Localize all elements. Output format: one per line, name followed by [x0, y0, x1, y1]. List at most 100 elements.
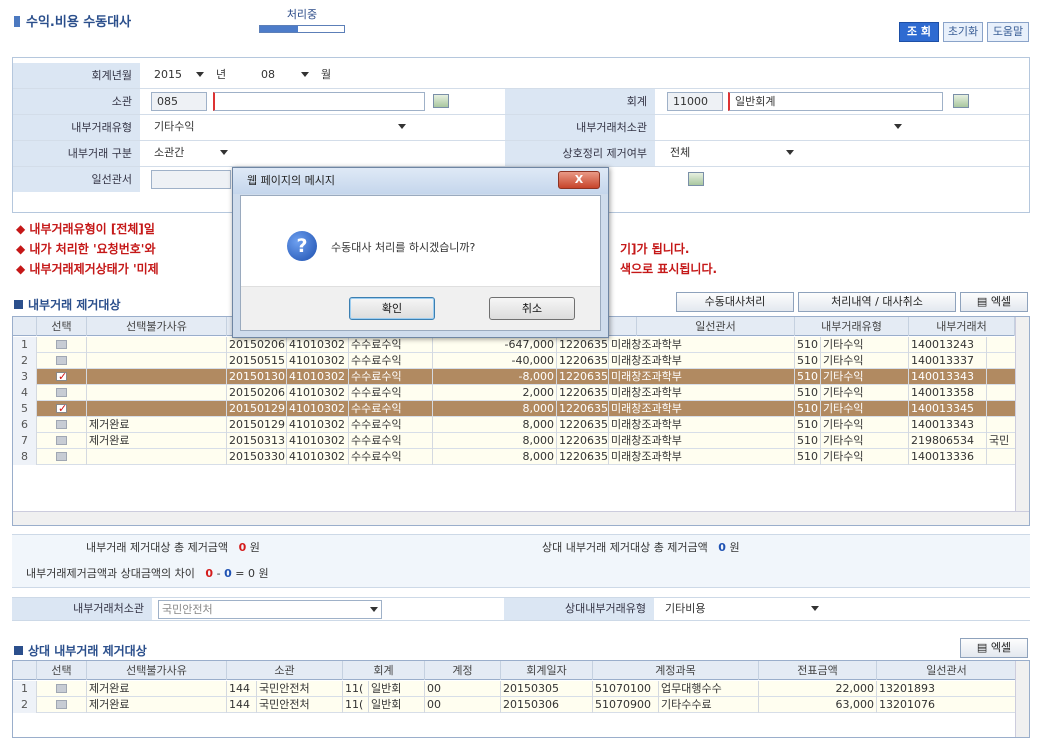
- checkbox-icon[interactable]: [56, 684, 67, 693]
- chevron-down-icon: [370, 607, 378, 612]
- cell-line: 13201076: [877, 697, 1017, 713]
- cell-item: 수수료수익: [349, 433, 433, 449]
- table-row[interactable]: 3 2015013041010302수수료수익-8,0001220635미래창조과…: [13, 369, 1029, 385]
- excel-button-2[interactable]: ▤ 엑셀: [960, 638, 1028, 658]
- summary-total-value: 0: [238, 541, 247, 554]
- row-checkbox[interactable]: [37, 353, 87, 369]
- dialog-ok-button[interactable]: 확인: [349, 297, 435, 320]
- cell-reason: [87, 449, 227, 465]
- cell-office-name: 미래창조과학부: [609, 385, 795, 401]
- cancel-value: 전체: [670, 146, 691, 159]
- checkbox-icon[interactable]: [56, 356, 67, 365]
- cell-office: 1220635: [559, 433, 609, 449]
- checked-icon[interactable]: [56, 401, 67, 417]
- history-cancel-button[interactable]: 처리내역 / 대사취소: [798, 292, 956, 312]
- office-name-field[interactable]: [213, 92, 425, 111]
- table-row[interactable]: 1 제거완료 144 국민안전처 11(일반회 00 20150305 51070100 업무대…: [13, 681, 1029, 697]
- chevron-down-icon: [786, 150, 794, 155]
- row-checkbox[interactable]: [37, 369, 87, 385]
- year-select[interactable]: 2015: [151, 66, 207, 85]
- cell-no: 7: [13, 433, 37, 449]
- cell-office: 1220635: [559, 353, 609, 369]
- cell-type-code: 510: [795, 433, 821, 449]
- month-select[interactable]: 08: [258, 66, 312, 85]
- excel-icon: ▤: [976, 295, 991, 308]
- office-code-field[interactable]: 085: [151, 92, 207, 111]
- checkbox-icon[interactable]: [56, 436, 67, 445]
- row-checkbox[interactable]: [37, 401, 87, 417]
- lookup-icon[interactable]: [433, 94, 449, 108]
- form-row-year: 회계년월 2015 년 08 월: [13, 63, 1029, 89]
- reset-button[interactable]: 초기화: [943, 22, 983, 42]
- row-checkbox[interactable]: [37, 433, 87, 449]
- grid1-hscroll[interactable]: [13, 511, 1029, 525]
- checkbox-icon[interactable]: [56, 452, 67, 461]
- cell-item: 수수료수익: [349, 385, 433, 401]
- counter-office-select[interactable]: [667, 118, 905, 137]
- row-checkbox[interactable]: [37, 449, 87, 465]
- cell-reason: 제거완료: [87, 417, 227, 433]
- table-row[interactable]: 1 20150206 41010302 수수료수익 -647,000 1220635 미래창…: [13, 337, 1029, 353]
- cell-date: 20150129: [229, 417, 287, 433]
- cell-type-name: 기타수익: [821, 385, 909, 401]
- row-checkbox[interactable]: [37, 417, 87, 433]
- grid1-header-no: [13, 317, 37, 336]
- table-row[interactable]: 2 20150515 41010302 수수료수익 -40,000 1220635 미래창조…: [13, 353, 1029, 369]
- cell-acct: 11(: [343, 697, 369, 713]
- label-counter-office: 내부거래처소관: [505, 115, 655, 140]
- table-row[interactable]: 2 제거완료 144 국민안전처 11(일반회 00 20150306 51070900 기타수…: [13, 697, 1029, 713]
- line-office-code-field[interactable]: [151, 170, 231, 189]
- accounting-code-field[interactable]: 11000: [667, 92, 723, 111]
- cell-date: 20150130: [229, 369, 287, 385]
- manual-reconcile-button[interactable]: 수동대사처리: [676, 292, 794, 312]
- help-button[interactable]: 도움말: [987, 22, 1029, 42]
- month-unit: 월: [321, 68, 332, 81]
- category-select[interactable]: 소관간: [151, 144, 231, 163]
- cell-amount: 22,000: [759, 681, 877, 697]
- excel-button-1[interactable]: ▤ 엑셀: [960, 292, 1028, 312]
- table-row[interactable]: 5 2015012941010302수수료수익8,0001220635미래창조과학…: [13, 401, 1029, 417]
- grid1-vscroll[interactable]: [1015, 317, 1029, 513]
- cell-no: 3: [13, 369, 37, 385]
- excel-icon: ▤: [976, 641, 991, 654]
- cell-acct: 41010302: [287, 369, 349, 385]
- row-checkbox[interactable]: [37, 337, 87, 353]
- lookup-icon[interactable]: [953, 94, 969, 108]
- summary-diff-result: 0: [247, 567, 255, 580]
- table-row[interactable]: 7 제거완료 20150313 41010302 수수료수익 8,000 1220635 미래…: [13, 433, 1029, 449]
- table-row[interactable]: 4 20150206 41010302 수수료수익 2,000 1220635 미래창조과학…: [13, 385, 1029, 401]
- cell-code: 144: [227, 681, 257, 697]
- row-checkbox[interactable]: [37, 385, 87, 401]
- dialog-close-button[interactable]: X: [558, 171, 600, 189]
- search-button[interactable]: 조 회: [899, 22, 939, 42]
- checkbox-icon[interactable]: [56, 340, 67, 349]
- cell-item: 수수료수익: [349, 417, 433, 433]
- grid2-vscroll[interactable]: [1015, 661, 1029, 737]
- dialog-titlebar: 웹 페이지의 메시지: [233, 168, 608, 194]
- row-checkbox[interactable]: [37, 681, 87, 697]
- table-row[interactable]: 6 제거완료 20150129 41010302 수수료수익 8,000 1220635 미래…: [13, 417, 1029, 433]
- chevron-down-icon: [398, 124, 406, 129]
- checkbox-icon[interactable]: [56, 420, 67, 429]
- cancel-select[interactable]: 전체: [667, 144, 797, 163]
- counter-type-select[interactable]: 기타비용: [662, 600, 822, 619]
- counter-office-select-2[interactable]: 국민안전처: [158, 600, 382, 619]
- cell-subject-code: 51070900: [593, 697, 659, 713]
- counter-filter-row: 내부거래처소관 국민안전처 상대내부거래유형 기타비용: [12, 597, 1030, 621]
- checkbox-icon[interactable]: [56, 388, 67, 397]
- checked-icon[interactable]: [56, 369, 67, 385]
- row-checkbox[interactable]: [37, 697, 87, 713]
- accounting-name-field[interactable]: 일반회계: [728, 92, 943, 111]
- section1-title-text: 내부거래 제거대상: [28, 298, 121, 312]
- grid2-header-reason: 선택불가사유: [87, 661, 227, 680]
- type-select[interactable]: 기타수익: [151, 118, 409, 137]
- cell-type-code: 510: [795, 337, 821, 353]
- summary-counter-value: 0: [718, 541, 726, 554]
- cell-amount: -647,000: [433, 337, 557, 353]
- dialog-cancel-button[interactable]: 취소: [489, 297, 575, 320]
- lookup-icon[interactable]: [688, 172, 704, 186]
- cell-ref: 140013343: [909, 417, 987, 433]
- table-row[interactable]: 8 20150330 41010302 수수료수익 8,000 1220635 미래창조과학…: [13, 449, 1029, 465]
- checkbox-icon[interactable]: [56, 700, 67, 709]
- cell-reason: 제거완료: [87, 433, 227, 449]
